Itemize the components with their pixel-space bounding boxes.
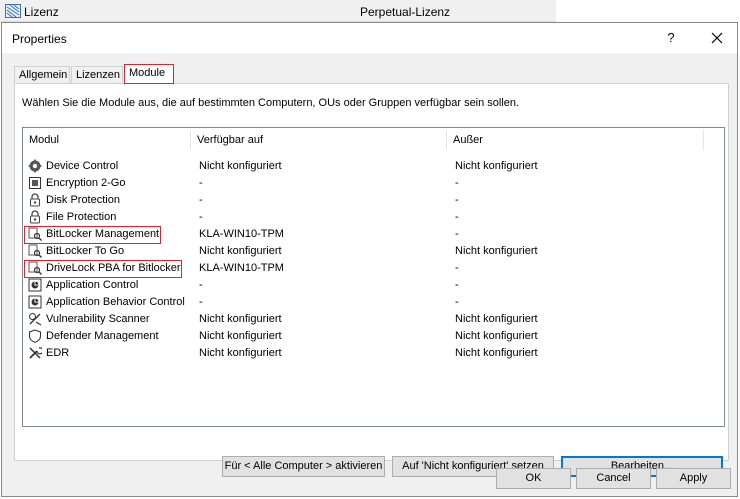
key-icon [28, 227, 42, 241]
cancel-button[interactable]: Cancel [576, 468, 651, 489]
license-icon [5, 4, 21, 18]
tab-label: Allgemein [19, 69, 68, 81]
table-row[interactable]: Disk Protection - - [23, 192, 724, 209]
available-on: Nicht konfiguriert [199, 330, 282, 342]
lock-icon [30, 210, 40, 224]
table-row[interactable]: DriveLock PBA for Bitlocker KLA-WIN10-TPM… [23, 260, 724, 278]
shield-icon [28, 329, 42, 343]
help-button[interactable]: ? [654, 25, 688, 51]
module-list[interactable]: Modul Verfügbar auf Außer Device Control… [22, 127, 725, 427]
module-name: File Protection [46, 211, 117, 223]
except-value: - [455, 279, 459, 291]
property-name: Lizenz [24, 5, 59, 19]
module-name: BitLocker To Go [46, 245, 125, 257]
dialog-title: Properties [12, 32, 67, 46]
module-name: Vulnerability Scanner [46, 313, 150, 325]
title-bar: Properties ? [2, 23, 737, 53]
module-name: DriveLock PBA for Bitlocker [46, 262, 181, 274]
column-header-verfuegbar[interactable]: Verfügbar auf [191, 128, 446, 152]
scanner-icon [29, 313, 42, 326]
module-name: EDR [46, 347, 70, 359]
properties-dialog: Properties ? Allgemein Lizenzen Module W… [1, 22, 738, 497]
module-name: BitLocker Management [46, 228, 160, 240]
tab-allgemein[interactable]: Allgemein [14, 66, 70, 84]
except-value: - [455, 177, 459, 189]
table-row[interactable]: Defender Management Nicht konfiguriert Nic… [23, 328, 724, 345]
tab-module[interactable]: Module [124, 64, 174, 85]
table-row[interactable]: Encryption 2-Go - - [23, 175, 724, 192]
property-value: Perpetual-Lizenz [360, 5, 451, 19]
table-row[interactable]: Application Behavior Control - - [23, 294, 724, 311]
instruction-text: Wählen Sie die Module aus, die auf besti… [22, 97, 520, 109]
module-name: Defender Management [46, 330, 159, 342]
table-row[interactable]: Device Control Nicht konfiguriert Nicht ko… [23, 158, 724, 175]
key-icon [28, 244, 42, 258]
gear-icon [28, 159, 42, 173]
available-on: KLA-WIN10-TPM [199, 228, 284, 240]
available-on: Nicht konfiguriert [199, 313, 282, 325]
table-row[interactable]: BitLocker To Go Nicht konfiguriert Nicht k… [23, 243, 724, 260]
except-value: - [455, 228, 459, 240]
key-icon [28, 261, 42, 275]
module-name: Application Control [46, 279, 139, 291]
tab-lizenzen[interactable]: Lizenzen [71, 66, 123, 84]
available-on: Nicht konfiguriert [199, 160, 282, 172]
available-on: - [199, 194, 203, 206]
tab-panel-module: Wählen Sie die Module aus, die auf besti… [14, 83, 729, 477]
encryption-icon [29, 177, 41, 189]
highlight-box [124, 64, 174, 84]
close-icon[interactable] [700, 25, 734, 51]
lock-icon [30, 193, 40, 207]
module-name: Encryption 2-Go [46, 177, 126, 189]
table-row[interactable]: EDR Nicht konfiguriert Nicht konfiguriert [23, 345, 724, 362]
list-header: Modul Verfügbar auf Außer [23, 128, 724, 152]
available-on: - [199, 211, 203, 223]
tab-label: Lizenzen [76, 69, 121, 81]
column-divider[interactable] [703, 130, 704, 150]
column-header-modul[interactable]: Modul [23, 128, 190, 152]
available-on: KLA-WIN10-TPM [199, 262, 284, 274]
available-on: - [199, 177, 203, 189]
activate-all-computers-button[interactable]: Für < Alle Computer > aktivieren [222, 456, 385, 477]
column-header-ausser[interactable]: Außer [447, 128, 703, 152]
except-value: - [455, 194, 459, 206]
app-control-icon [28, 295, 42, 309]
module-name: Disk Protection [46, 194, 120, 206]
available-on: Nicht konfiguriert [199, 245, 282, 257]
except-value: Nicht konfiguriert [455, 330, 538, 342]
except-value: Nicht konfiguriert [455, 160, 538, 172]
table-row[interactable]: Application Control - - [23, 277, 724, 294]
available-on: - [199, 296, 203, 308]
except-value: - [455, 262, 459, 274]
background-property-row: Lizenz Perpetual-Lizenz [0, 0, 556, 22]
table-row[interactable]: BitLocker Management KLA-WIN10-TPM - [23, 226, 724, 244]
ok-button[interactable]: OK [496, 468, 571, 489]
except-value: Nicht konfiguriert [455, 347, 538, 359]
except-value: - [455, 296, 459, 308]
module-name: Application Behavior Control [46, 296, 185, 308]
except-value: Nicht konfiguriert [455, 245, 538, 257]
apply-button[interactable]: Apply [656, 468, 731, 489]
table-row[interactable]: Vulnerability Scanner Nicht konfiguriert N… [23, 311, 724, 328]
available-on: Nicht konfiguriert [199, 347, 282, 359]
except-value: - [455, 211, 459, 223]
except-value: Nicht konfiguriert [455, 313, 538, 325]
table-row[interactable]: File Protection - - [23, 209, 724, 226]
available-on: - [199, 279, 203, 291]
tools-icon [29, 347, 42, 359]
module-name: Device Control [46, 160, 119, 172]
app-control-icon [28, 278, 42, 292]
